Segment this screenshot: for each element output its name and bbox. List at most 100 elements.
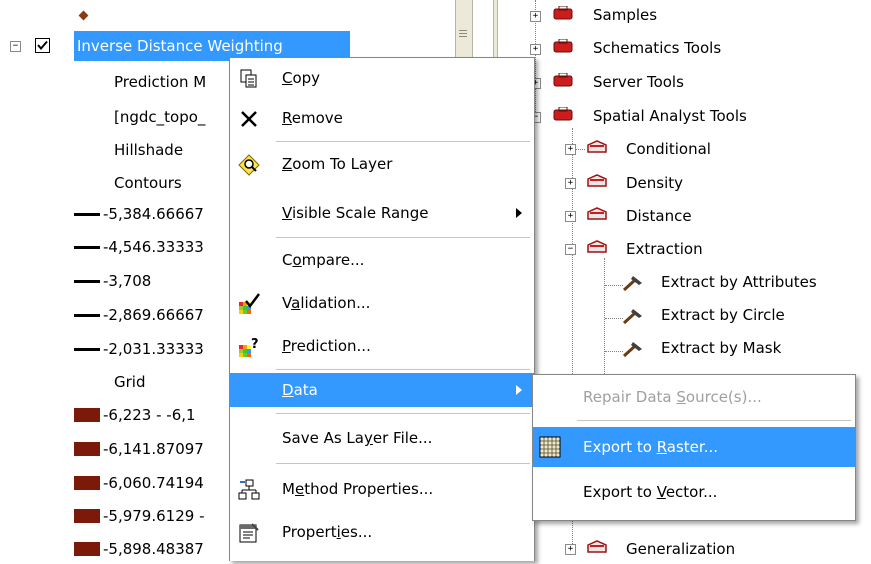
contour-line-symbol (74, 348, 100, 351)
grid-color-swatch (74, 509, 100, 523)
menu-item-method-properties[interactable]: Method Properties... (230, 472, 534, 506)
menu-item-export-to-vector[interactable]: Export to Vector... (533, 475, 855, 509)
menu-item-label: Method Properties... (282, 480, 434, 498)
grid-color-swatch (74, 442, 100, 456)
grid-class-label: -6,060.74194 (103, 474, 204, 492)
validation-icon (239, 293, 260, 314)
tool-extract-by-circle[interactable]: Extract by Circle (661, 300, 785, 330)
expand-icon[interactable]: + (565, 144, 576, 155)
hammer-tool-icon (622, 276, 642, 292)
menu-item-save-as-layer-file[interactable]: Save As Layer File... (230, 421, 534, 455)
grid-class-label: -6,141.87097 (103, 440, 204, 458)
toolset-icon (587, 207, 607, 220)
layer-context-menu: Copy Remove Zoom To Layer Visible Scale … (229, 57, 535, 561)
grid-color-swatch (74, 476, 100, 490)
hammer-tool-icon (622, 309, 642, 325)
expand-icon[interactable]: + (565, 544, 576, 555)
menu-item-data[interactable]: Data (230, 373, 534, 407)
sublayer-hillshade[interactable]: Hillshade (114, 135, 183, 165)
menu-separator (276, 463, 530, 464)
grid-class-label: -5,979.6129 - (103, 507, 205, 525)
menu-separator (577, 420, 851, 421)
toolbox-samples[interactable]: Samples (593, 0, 657, 30)
menu-item-remove[interactable]: Remove (230, 101, 534, 135)
toolbox-icon (553, 107, 573, 121)
menu-separator (276, 369, 530, 370)
zoom-to-layer-icon (238, 154, 260, 176)
sublayer-grid[interactable]: Grid (114, 367, 145, 397)
toolset-extraction[interactable]: Extraction (626, 234, 703, 264)
menu-item-export-to-raster[interactable]: Export to Raster... (533, 427, 855, 467)
contour-line-symbol (74, 246, 100, 249)
menu-item-validation[interactable]: Validation... (230, 286, 534, 320)
sublayer-prediction[interactable]: Prediction M (114, 67, 206, 97)
toolbox-spatial-analyst-tools[interactable]: Spatial Analyst Tools (593, 101, 747, 131)
menu-item-properties[interactable]: Properties... (230, 515, 534, 549)
menu-item-compare[interactable]: Compare... (230, 243, 534, 277)
toolbox-icon (553, 39, 573, 53)
toolbox-schematics-tools[interactable]: Schematics Tools (593, 33, 721, 63)
contour-line-symbol (74, 213, 100, 216)
expand-icon[interactable]: + (565, 178, 576, 189)
menu-item-copy[interactable]: Copy (230, 61, 534, 95)
menu-item-label: Data (282, 381, 318, 399)
toolset-icon (587, 540, 607, 553)
menu-item-label: Visible Scale Range (282, 204, 429, 222)
menu-item-visible-scale-range[interactable]: Visible Scale Range (230, 196, 534, 230)
properties-icon (239, 523, 259, 543)
contour-class-label: -4,546.33333 (103, 238, 204, 256)
tool-extract-by-attributes[interactable]: Extract by Attributes (661, 267, 817, 297)
contour-class-label: -2,869.66667 (103, 306, 204, 324)
layer-visibility-checkbox[interactable] (35, 38, 50, 53)
menu-item-prediction[interactable]: ? Prediction... (230, 329, 534, 363)
toolset-conditional[interactable]: Conditional (626, 134, 711, 164)
toolset-distance[interactable]: Distance (626, 201, 692, 231)
menu-item-zoom-to-layer[interactable]: Zoom To Layer (230, 147, 534, 181)
menu-separator (276, 237, 530, 238)
symbol-diamond-icon (78, 10, 89, 21)
expand-icon[interactable]: + (530, 11, 541, 22)
menu-item-label: Properties... (282, 523, 373, 541)
menu-item-label: Export to Raster... (583, 438, 719, 456)
menu-item-label: Save As Layer File... (282, 429, 433, 447)
menu-item-label: Repair Data Source(s)... (583, 388, 762, 406)
tree-connector (605, 285, 623, 286)
contour-class-label: -2,031.33333 (103, 340, 204, 358)
svg-text:?: ? (251, 337, 259, 352)
data-submenu: Repair Data Source(s)... Export to Raste… (532, 374, 856, 521)
scroll-grip-icon (459, 33, 467, 34)
expand-icon[interactable]: + (530, 44, 541, 55)
prediction-icon: ? (239, 337, 259, 357)
menu-item-label: Zoom To Layer (282, 155, 393, 173)
contour-line-symbol (74, 280, 100, 283)
sublayer-contours[interactable]: Contours (114, 168, 182, 198)
menu-item-label: Copy (282, 69, 321, 87)
toolset-icon (587, 240, 607, 253)
tree-connector (605, 318, 623, 319)
tool-extract-by-mask[interactable]: Extract by Mask (661, 333, 781, 363)
contour-class-label: -3,708 (103, 272, 152, 290)
expand-icon[interactable]: + (565, 211, 576, 222)
scroll-grip-icon (459, 30, 467, 31)
toolset-density[interactable]: Density (626, 168, 683, 198)
toolset-icon (587, 140, 607, 153)
contour-line-symbol (74, 314, 100, 317)
menu-item-label: Remove (282, 109, 343, 127)
hammer-tool-icon (622, 342, 642, 358)
checkmark-icon (37, 40, 48, 51)
menu-item-label: Compare... (282, 251, 365, 269)
submenu-arrow-icon (516, 385, 522, 395)
toolbox-icon (553, 73, 573, 87)
collapse-icon[interactable]: − (565, 244, 576, 255)
collapse-layer-icon[interactable]: − (10, 41, 21, 52)
menu-item-label: Prediction... (282, 337, 371, 355)
toolbox-server-tools[interactable]: Server Tools (593, 67, 684, 97)
toolset-icon (587, 174, 607, 187)
tree-connector (605, 351, 623, 352)
menu-item-repair-data-source: Repair Data Source(s)... (533, 380, 855, 414)
raster-grid-icon (539, 436, 561, 458)
grid-color-swatch (74, 408, 100, 422)
copy-icon (240, 69, 257, 88)
sublayer-source[interactable]: [ngdc_topo_ (114, 102, 205, 132)
contour-class-label: -5,384.66667 (103, 205, 204, 223)
